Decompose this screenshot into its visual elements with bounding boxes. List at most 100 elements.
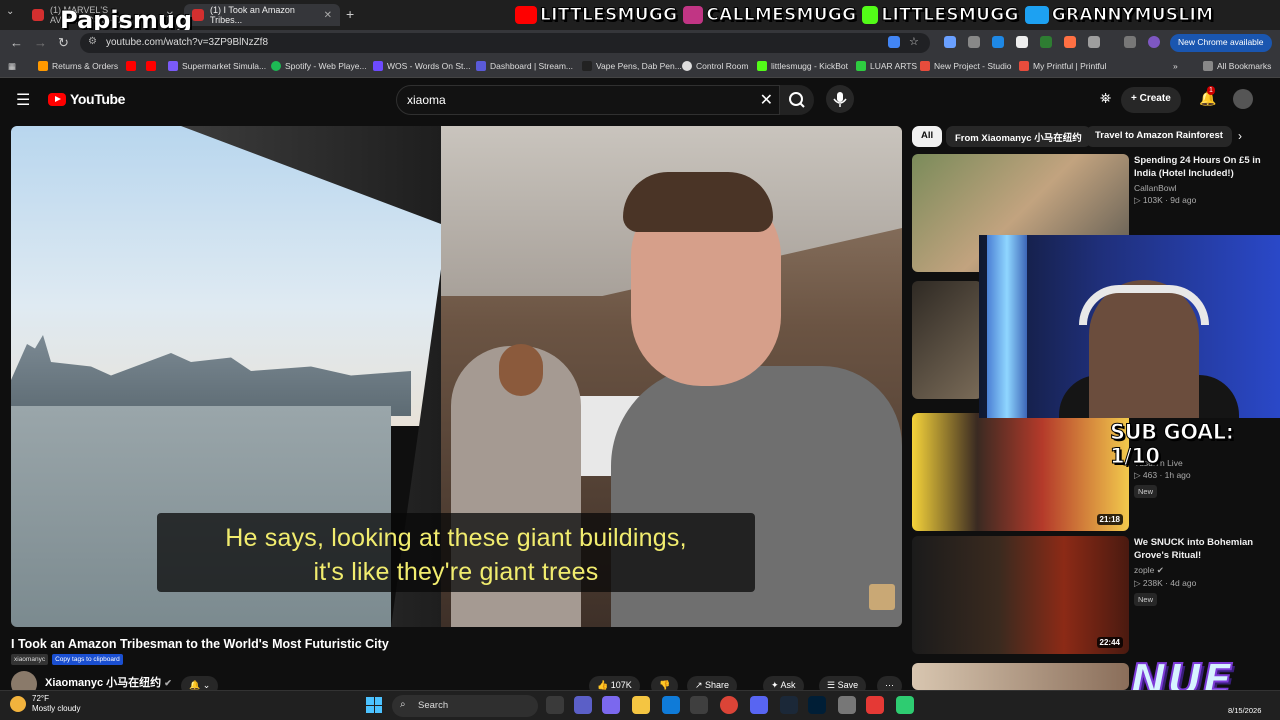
video-tag[interactable]: xiaomanyc [11,654,49,665]
channel-name[interactable]: Xiaomanyc 小马在纽约 ✔ [45,674,172,690]
chip-amazon-rainforest[interactable]: Travel to Amazon Rainforest [1086,126,1232,147]
recommendation-channel[interactable]: CallanBowl [1134,183,1274,193]
forward-icon[interactable]: → [34,35,47,50]
avatar[interactable] [1233,89,1253,109]
bookmark-youtube[interactable] [126,61,136,71]
video-thumbnail[interactable] [912,663,1129,690]
bookmark-studio[interactable]: New Project - Studio [920,61,1011,71]
youtube-logo[interactable]: YouTube [48,91,125,107]
video-thumbnail[interactable] [912,281,982,399]
search-input[interactable]: xiaoma ✕ [396,85,780,115]
bookmark-vape[interactable]: Vape Pens, Dab Pen... [582,61,682,71]
chrome-icon[interactable] [720,696,738,714]
bookmark-spotify[interactable]: Spotify - Web Playe... [271,61,367,71]
extension-icon[interactable] [1016,36,1028,48]
youtube-favicon-icon [192,9,204,21]
youtube-icon [146,61,156,71]
recommendation-item[interactable]: 22:44 We SNUCK into Bohemian Grove's Rit… [912,536,1272,654]
filter-chips: All From Xiaomanyc 小马在纽约 Travel to Amazo… [912,126,1252,148]
voice-search-button[interactable] [826,85,854,113]
video-thumbnail[interactable]: 21:18 [912,413,1129,531]
copilot-icon[interactable] [602,696,620,714]
tab-search-icon[interactable]: ⌄ [6,6,14,17]
bookmark-youtube-2[interactable] [146,61,156,71]
weather-widget[interactable]: 72°F Mostly cloudy [10,694,80,714]
youtube-header: ☰ YouTube xiaoma ✕ ⛯ + Create 🔔 1 [0,78,1270,122]
file-explorer-icon[interactable] [632,696,650,714]
notepad-icon[interactable] [838,696,856,714]
cast-icon[interactable]: ⛯ [1100,90,1111,107]
back-icon[interactable]: ← [10,35,23,50]
video-thumbnail[interactable]: 22:44 [912,536,1129,654]
create-button[interactable]: + Create [1121,87,1181,113]
more-bookmarks-icon[interactable]: » [1173,61,1178,71]
recommendation-stats: ▷ 463 · 1h ago [1134,470,1191,480]
headphones-icon [1079,285,1209,325]
steam-icon[interactable] [780,696,798,714]
menu-icon[interactable]: ☰ [16,90,30,110]
channel-row: Xiaomanyc 小马在纽约 ✔ 🔔 ⌄ 👍 107K 👎 ↗ Share ✦… [11,670,902,697]
notifications-icon[interactable]: 🔔 1 [1199,86,1216,107]
chip-from-channel[interactable]: From Xiaomanyc 小马在纽约 [946,126,1091,147]
extension-icon[interactable] [888,36,900,48]
apps-icon[interactable]: ▦ [8,61,16,72]
luar-icon [856,61,866,71]
screen: ⌄ (1) MARVEL'S AVENGERS 5 - D... ✕ (1) I… [0,0,1280,720]
extensions-puzzle-icon[interactable] [1088,36,1100,48]
extension-icon[interactable] [968,36,980,48]
bookmark-dashboard[interactable]: Dashboard | Stream... [476,61,573,71]
discord-icon[interactable] [750,696,768,714]
app-icon[interactable] [896,696,914,714]
task-view-icon[interactable] [546,696,564,714]
copy-tags-button[interactable]: Copy tags to clipboard [52,654,123,665]
taskbar-search[interactable]: ⌕ Search [392,695,538,717]
all-bookmarks[interactable]: All Bookmarks [1203,61,1271,71]
address-bar-row: ← → ↻ ⚙ youtube.com/watch?v=3ZP9BlNzZf8 … [0,30,1280,56]
tab-amazon-tribesman[interactable]: (1) I Took an Amazon Tribes... ✕ [184,4,340,26]
chevron-right-icon[interactable]: › [1238,129,1242,143]
windows-start-icon[interactable] [366,697,382,713]
recommendation-channel[interactable]: zople ✔ [1134,565,1274,576]
extension-icon[interactable] [1064,36,1076,48]
bookmark-control-room[interactable]: Control Room [682,61,748,71]
recommendation-stats: ▷ 103K · 9d ago [1134,195,1197,205]
recommendation-title[interactable]: We SNUCK into Bohemian Grove's Ritual! [1134,536,1274,562]
search-icon: ⌕ [400,699,406,710]
chip-all[interactable]: All [912,126,943,147]
extension-icon[interactable] [1040,36,1052,48]
extension-icon[interactable] [992,36,1004,48]
tab-label: (1) I Took an Amazon Tribes... [210,5,295,25]
bookmark-luar[interactable]: LUAR ARTS [856,61,917,71]
store-icon[interactable] [690,696,708,714]
printful-icon [1019,61,1029,71]
new-chrome-button[interactable]: New Chrome available [1170,34,1272,52]
bookmark-star-icon[interactable]: ☆ [909,35,919,48]
control-room-icon [682,61,692,71]
clear-search-icon[interactable]: ✕ [760,90,773,110]
new-tab-icon[interactable]: + [346,6,354,22]
acrobat-icon[interactable] [866,696,884,714]
tag-row: xiaomanyc Copy tags to clipboard [11,654,123,665]
video-player[interactable]: He says, looking at these giant building… [11,126,902,627]
channel-watermark[interactable] [869,584,895,610]
recommendation-title[interactable]: Spending 24 Hours On £5 in India (Hotel … [1134,154,1274,180]
edge-icon[interactable] [662,696,680,714]
reading-list-icon[interactable] [1124,36,1136,48]
bookmark-printful[interactable]: My Printful | Printful [1019,61,1107,71]
photoshop-icon[interactable] [808,696,826,714]
bookmark-returns[interactable]: Returns & Orders [38,61,118,71]
extension-icon[interactable] [944,36,956,48]
verified-icon: ✔ [164,678,172,688]
instagram-handle: CALLMESMUGG [683,5,857,26]
bookmark-wos[interactable]: WOS - Words On St... [373,61,470,71]
bookmark-kickbot[interactable]: littlesmugg - KickBot [757,61,848,71]
search-button[interactable] [780,85,814,115]
profile-icon[interactable] [1148,36,1160,48]
search-icon [789,92,805,108]
reload-icon[interactable]: ↻ [58,35,69,51]
bookmark-supermarket[interactable]: Supermarket Simula... [168,61,266,71]
url-field[interactable]: ⚙ youtube.com/watch?v=3ZP9BlNzZf8 [80,33,930,53]
site-info-icon[interactable]: ⚙ [88,36,97,47]
teams-icon[interactable] [574,696,592,714]
close-icon[interactable]: ✕ [324,10,332,21]
